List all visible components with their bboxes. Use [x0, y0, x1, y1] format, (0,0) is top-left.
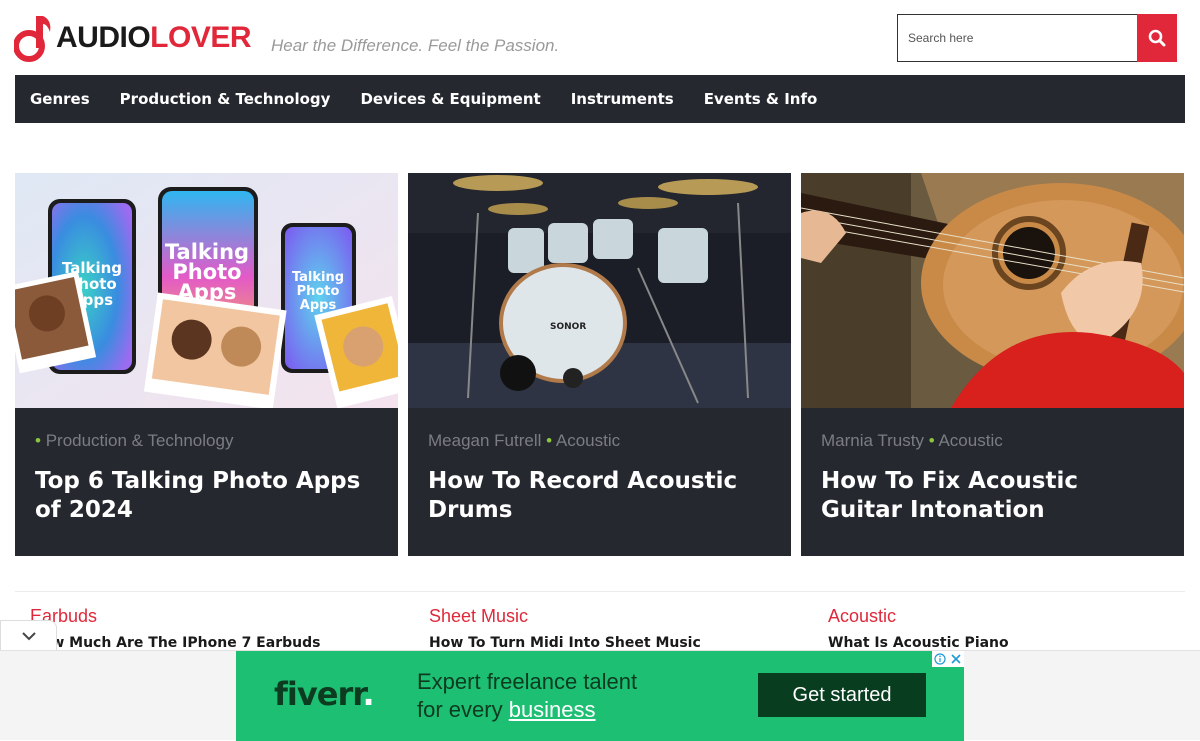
site-logo-text: AUDIOLOVER: [56, 21, 252, 54]
nav-item-genres[interactable]: Genres: [30, 90, 90, 108]
bottom-ad-bar: fiverr. Expert freelance talent for ever…: [0, 650, 1200, 741]
list-title[interactable]: What Is Acoustic Piano: [828, 635, 1198, 651]
ad-cta-button[interactable]: Get started: [758, 673, 926, 717]
main-nav: Genres Production & Technology Devices &…: [15, 75, 1185, 123]
svg-text:Photo: Photo: [297, 284, 340, 299]
list-item: Earbuds How Much Are The IPhone 7 Earbud…: [30, 606, 400, 651]
site-header: AUDIOLOVER Hear the Difference. Feel the…: [0, 0, 1200, 75]
nav-item-production-technology[interactable]: Production & Technology: [120, 90, 331, 108]
card-category[interactable]: Acoustic: [938, 431, 1002, 450]
card-title[interactable]: Top 6 Talking Photo Apps of 2024: [35, 467, 380, 525]
list-category[interactable]: Earbuds: [30, 606, 400, 627]
close-icon: [951, 654, 961, 664]
search-button[interactable]: [1137, 14, 1177, 62]
list-item: Acoustic What Is Acoustic Piano: [828, 606, 1198, 651]
category-dot: •: [928, 431, 935, 450]
card-meta: Marnia Trusty • Acoustic: [821, 431, 1003, 451]
music-note-icon: [13, 12, 54, 64]
list-category[interactable]: Sheet Music: [429, 606, 799, 627]
featured-card[interactable]: Talking Photo Apps Talking Photo Apps Ta…: [15, 173, 398, 556]
nav-item-devices-equipment[interactable]: Devices & Equipment: [360, 90, 540, 108]
image-text-sonor: SONOR: [550, 322, 586, 332]
search-input[interactable]: [897, 14, 1137, 62]
card-image-acoustic-guitar[interactable]: [801, 173, 1184, 408]
list-title[interactable]: How To Turn Midi Into Sheet Music: [429, 635, 799, 651]
svg-text:Apps: Apps: [300, 298, 337, 313]
list-title[interactable]: How Much Are The IPhone 7 Earbuds: [30, 635, 400, 651]
card-meta: Meagan Futrell • Acoustic: [428, 431, 620, 451]
chevron-down-icon: [21, 631, 36, 640]
nav-item-events-info[interactable]: Events & Info: [704, 90, 818, 108]
card-category[interactable]: Production & Technology: [46, 431, 234, 450]
card-meta: • Production & Technology: [35, 431, 233, 451]
list-category[interactable]: Acoustic: [828, 606, 1198, 627]
card-category[interactable]: Acoustic: [556, 431, 620, 450]
category-dot: •: [546, 431, 553, 450]
ad-brand-logo[interactable]: fiverr.: [274, 675, 375, 713]
card-title[interactable]: How To Record Acoustic Drums: [428, 467, 773, 525]
ad-banner[interactable]: fiverr. Expert freelance talent for ever…: [236, 651, 964, 741]
featured-card[interactable]: Marnia Trusty • Acoustic How To Fix Acou…: [801, 173, 1184, 556]
section-divider: [15, 591, 1185, 592]
card-image-talking-photo-apps[interactable]: Talking Photo Apps Talking Photo Apps Ta…: [15, 173, 398, 408]
search-form: [897, 14, 1177, 62]
ad-choices[interactable]: [932, 651, 964, 667]
ad-collapse-button[interactable]: [0, 620, 57, 650]
ad-info-icon: [934, 653, 946, 665]
category-dot: •: [35, 431, 41, 450]
card-author[interactable]: Marnia Trusty: [821, 431, 924, 450]
site-tagline: Hear the Difference. Feel the Passion.: [271, 36, 560, 55]
ad-headline[interactable]: Expert freelance talent for every busine…: [417, 668, 637, 724]
svg-text:Talking: Talking: [292, 270, 344, 285]
card-title[interactable]: How To Fix Acoustic Guitar Intonation: [821, 467, 1166, 525]
list-item: Sheet Music How To Turn Midi Into Sheet …: [429, 606, 799, 651]
card-author[interactable]: Meagan Futrell: [428, 431, 541, 450]
card-image-drum-kit[interactable]: SONOR: [408, 173, 791, 408]
featured-card[interactable]: SONOR Meagan Futrell • Acoustic How To R…: [408, 173, 791, 556]
search-icon: [1148, 29, 1166, 47]
nav-item-instruments[interactable]: Instruments: [571, 90, 674, 108]
site-logo[interactable]: AUDIOLOVER: [13, 12, 252, 64]
